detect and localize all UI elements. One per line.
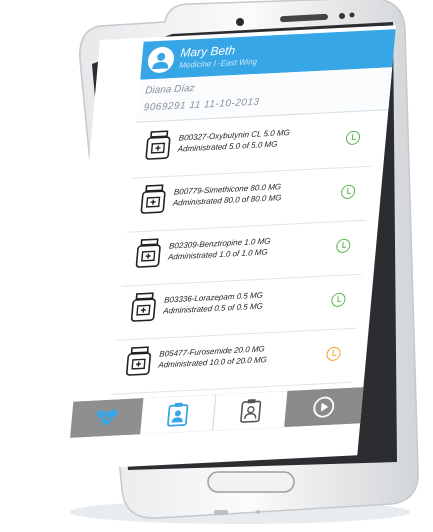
play-circle-icon (313, 396, 335, 418)
front-camera-icon (236, 18, 244, 26)
user-icon (152, 52, 169, 70)
sensor-icon (349, 12, 355, 18)
phone-device: Mary Beth Medicine I -East Wing Diana Dí… (0, 0, 433, 532)
tab-play[interactable] (284, 387, 364, 427)
mic-hole (256, 510, 260, 514)
home-button[interactable] (207, 471, 295, 493)
medication-list: B00327-Oxybutynin CL 5.0 MG Administrate… (111, 111, 388, 395)
clock-icon (345, 130, 361, 146)
app-screen: Mary Beth Medicine I -East Wing Diana Dí… (61, 25, 397, 470)
pill-bottle-icon (126, 346, 152, 376)
pill-bottle-icon (135, 238, 161, 268)
tab-patient[interactable] (140, 394, 216, 435)
pill-bottle-icon (145, 130, 171, 160)
bottom-tab-bar (70, 387, 364, 438)
heart-pulse-icon (96, 409, 118, 426)
clock-icon (340, 184, 356, 200)
sensor-icon (339, 13, 345, 19)
tab-records[interactable] (212, 390, 289, 431)
user-badge-icon (167, 402, 189, 427)
clipboard-user-icon (240, 399, 262, 423)
tab-vitals[interactable] (70, 398, 144, 438)
pill-bottle-icon (130, 292, 156, 322)
patient-name: Diana Díaz (144, 83, 196, 97)
avatar (146, 46, 176, 74)
clock-icon (325, 346, 342, 362)
user-name: Mary Beth (179, 43, 236, 60)
list-item[interactable]: B05477-Furosemide 20.0 MG Administrated … (111, 327, 357, 395)
patient-info: 9069291 11 11-10-2013 (143, 96, 260, 114)
usb-port (214, 510, 228, 515)
clock-icon (335, 238, 351, 254)
clock-icon (330, 292, 347, 308)
pill-bottle-icon (140, 184, 166, 214)
